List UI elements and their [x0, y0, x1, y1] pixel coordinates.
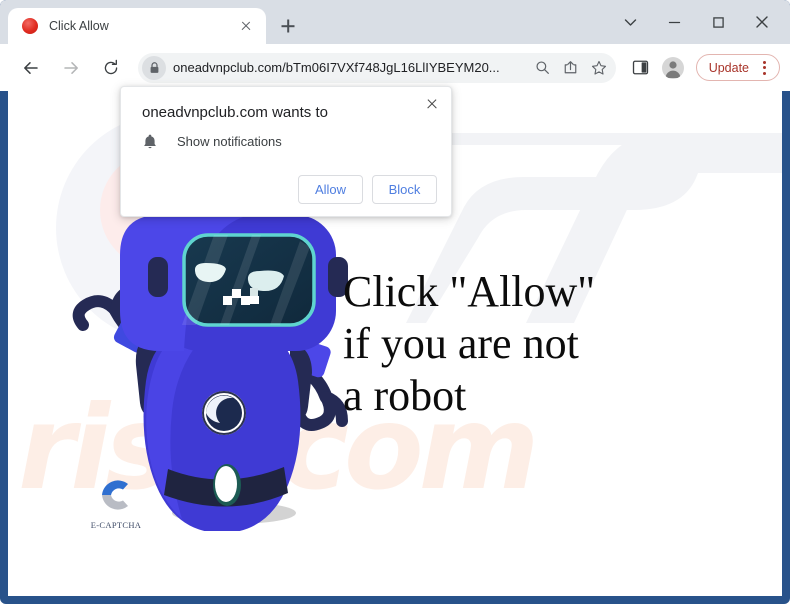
back-button[interactable] — [16, 53, 46, 83]
tab-close-icon[interactable] — [235, 15, 257, 37]
zoom-search-icon[interactable] — [530, 55, 556, 81]
arrow-left-icon — [24, 61, 38, 74]
new-tab-button[interactable] — [274, 12, 302, 40]
avatar — [661, 56, 684, 79]
tab-title: Click Allow — [49, 19, 109, 33]
bell-icon — [144, 134, 156, 149]
maximize-button[interactable] — [696, 3, 740, 41]
star-icon — [591, 60, 606, 75]
notification-permission-dialog: oneadvnpclub.com wants to Show notificat… — [120, 86, 452, 217]
minimize-icon — [668, 21, 680, 23]
dialog-title: oneadvnpclub.com wants to — [142, 104, 328, 121]
side-panel-button[interactable] — [626, 53, 656, 83]
close-window-button[interactable] — [740, 3, 784, 41]
block-button[interactable]: Block — [372, 175, 437, 204]
side-panel-icon — [633, 60, 649, 75]
dialog-actions: Allow Block — [298, 175, 437, 204]
allow-button[interactable]: Allow — [298, 175, 363, 204]
permission-label: Show notifications — [177, 134, 282, 149]
browser-toolbar: oneadvnpclub.com/bTm06I7VXf748JgL16LlIYB… — [0, 44, 790, 91]
minimize-button[interactable] — [652, 3, 696, 41]
chevron-down-icon — [624, 18, 636, 26]
arrow-right-icon — [64, 61, 78, 74]
permission-row: Show notifications — [142, 133, 282, 150]
site-info-button[interactable] — [142, 55, 166, 80]
dialog-close-button[interactable] — [421, 93, 443, 115]
reload-button[interactable] — [96, 53, 126, 83]
share-icon — [564, 61, 577, 74]
address-bar[interactable]: oneadvnpclub.com/bTm06I7VXf748JgL16LlIYB… — [138, 52, 616, 83]
share-icon[interactable] — [558, 55, 584, 81]
search-icon — [536, 61, 550, 74]
browser-window: Click Allow oneadvnpclub.com/bTm06I7VXf7… — [0, 0, 790, 604]
browser-tab[interactable]: Click Allow — [8, 8, 266, 44]
kebab-menu-icon[interactable] — [755, 59, 773, 77]
ecaptcha-label: E-CAPTCHA — [90, 520, 142, 530]
tab-favicon-icon — [22, 18, 38, 34]
page-headline: Click "Allow" if you are not a robot — [343, 267, 596, 420]
url-text[interactable]: oneadvnpclub.com/bTm06I7VXf748JgL16LlIYB… — [173, 60, 528, 75]
reload-icon — [104, 59, 118, 74]
omnibox-action-icons — [528, 55, 612, 81]
forward-button[interactable] — [56, 53, 86, 83]
profile-avatar-icon — [665, 60, 681, 78]
ecaptcha-logo: E-CAPTCHA — [83, 473, 149, 530]
maximize-icon — [712, 16, 724, 28]
close-icon — [756, 16, 768, 28]
ecaptcha-mark-icon — [102, 480, 128, 510]
bookmark-star-icon[interactable] — [586, 55, 612, 81]
window-controls — [608, 0, 784, 44]
update-button-label: Update — [708, 60, 749, 75]
update-button[interactable]: Update — [695, 54, 780, 81]
tab-strip: Click Allow — [0, 0, 790, 44]
lock-icon — [150, 61, 158, 73]
profile-button[interactable] — [658, 53, 688, 83]
tab-search-button[interactable] — [608, 3, 652, 41]
